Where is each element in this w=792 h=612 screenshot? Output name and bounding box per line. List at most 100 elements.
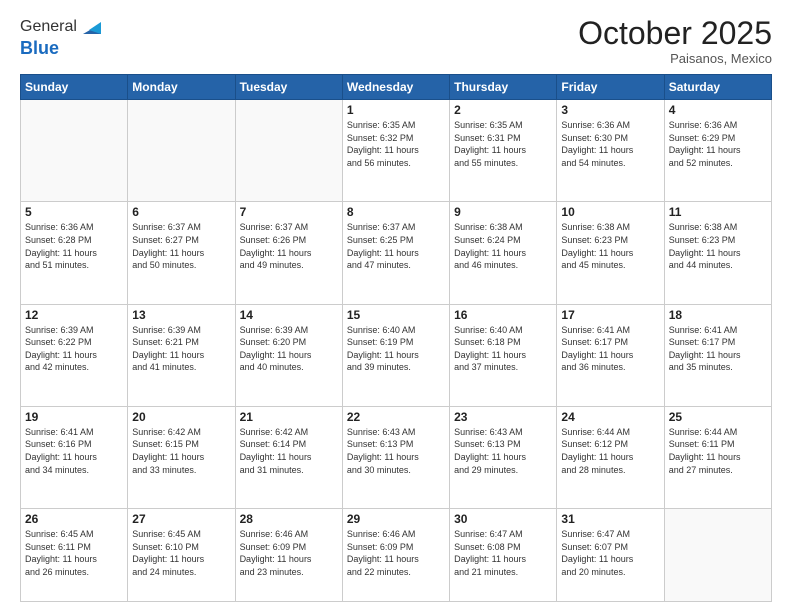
day-info: Sunrise: 6:42 AMSunset: 6:15 PMDaylight:… [132,426,230,476]
day-info: Sunrise: 6:45 AMSunset: 6:11 PMDaylight:… [25,528,123,578]
day-number: 27 [132,512,230,526]
table-row: 29 Sunrise: 6:46 AMSunset: 6:09 PMDayligh… [342,509,449,602]
col-thursday: Thursday [450,75,557,100]
day-number: 9 [454,205,552,219]
table-row: 9Sunrise: 6:38 AMSunset: 6:24 PMDaylight… [450,202,557,304]
logo-icon [79,16,101,38]
day-number: 2 [454,103,552,117]
table-row: 13Sunrise: 6:39 AMSunset: 6:21 PMDayligh… [128,304,235,406]
day-number: 21 [240,410,338,424]
table-row [664,509,771,602]
calendar-week-row: 12 Sunrise: 6:39 AMSunset: 6:22 PMDayligh… [21,304,772,406]
day-number: 13 [132,308,230,322]
table-row: 17Sunrise: 6:41 AMSunset: 6:17 PMDayligh… [557,304,664,406]
day-info: Sunrise: 6:41 AMSunset: 6:16 PMDaylight:… [25,426,123,476]
table-row: 21 Sunrise: 6:42 AMSunset: 6:14 PMDayligh… [235,406,342,508]
day-number: 17 [561,308,659,322]
day-number: 1 [347,103,445,117]
day-info: Sunrise: 6:37 AMSunset: 6:27 PMDaylight:… [132,221,230,271]
day-number: 11 [669,205,767,219]
day-number: 30 [454,512,552,526]
table-row: 19Sunrise: 6:41 AMSunset: 6:16 PMDayligh… [21,406,128,508]
calendar-header-row: Sunday Monday Tuesday Wednesday Thursday… [21,75,772,100]
day-number: 3 [561,103,659,117]
day-info: Sunrise: 6:40 AMSunset: 6:19 PMDaylight:… [347,324,445,374]
table-row [21,100,128,202]
title-block: October 2025 Paisanos, Mexico [578,16,772,66]
day-info: Sunrise: 6:46 AMSunset: 6:09 PMDaylight:… [240,528,338,578]
table-row: 3 Sunrise: 6:36 AMSunset: 6:30 PMDaylight… [557,100,664,202]
table-row: 30 Sunrise: 6:47 AMSunset: 6:08 PMDayligh… [450,509,557,602]
day-info: Sunrise: 6:36 AMSunset: 6:28 PMDaylight:… [25,221,123,271]
table-row: 18 Sunrise: 6:41 AMSunset: 6:17 PMDayligh… [664,304,771,406]
day-number: 12 [25,308,123,322]
table-row: 12 Sunrise: 6:39 AMSunset: 6:22 PMDayligh… [21,304,128,406]
day-info: Sunrise: 6:45 AMSunset: 6:10 PMDaylight:… [132,528,230,578]
day-info: Sunrise: 6:43 AMSunset: 6:13 PMDaylight:… [347,426,445,476]
table-row: 11 Sunrise: 6:38 AMSunset: 6:23 PMDayligh… [664,202,771,304]
day-info: Sunrise: 6:39 AMSunset: 6:22 PMDaylight:… [25,324,123,374]
day-info: Sunrise: 6:43 AMSunset: 6:13 PMDaylight:… [454,426,552,476]
day-number: 29 [347,512,445,526]
day-number: 18 [669,308,767,322]
table-row: 4Sunrise: 6:36 AMSunset: 6:29 PMDaylight… [664,100,771,202]
calendar-week-row: 1 Sunrise: 6:35 AMSunset: 6:32 PMDaylight… [21,100,772,202]
col-friday: Friday [557,75,664,100]
table-row: 22 Sunrise: 6:43 AMSunset: 6:13 PMDayligh… [342,406,449,508]
day-number: 28 [240,512,338,526]
day-number: 20 [132,410,230,424]
calendar-week-row: 19Sunrise: 6:41 AMSunset: 6:16 PMDayligh… [21,406,772,508]
table-row: 28 Sunrise: 6:46 AMSunset: 6:09 PMDayligh… [235,509,342,602]
day-info: Sunrise: 6:46 AMSunset: 6:09 PMDaylight:… [347,528,445,578]
logo-general-text: General [20,18,77,36]
day-info: Sunrise: 6:38 AMSunset: 6:23 PMDaylight:… [669,221,767,271]
day-number: 14 [240,308,338,322]
table-row: 26Sunrise: 6:45 AMSunset: 6:11 PMDayligh… [21,509,128,602]
table-row: 20 Sunrise: 6:42 AMSunset: 6:15 PMDayligh… [128,406,235,508]
table-row: 5 Sunrise: 6:36 AMSunset: 6:28 PMDaylight… [21,202,128,304]
calendar-week-row: 26Sunrise: 6:45 AMSunset: 6:11 PMDayligh… [21,509,772,602]
logo-blue-text: Blue [20,38,101,59]
col-tuesday: Tuesday [235,75,342,100]
calendar-table: Sunday Monday Tuesday Wednesday Thursday… [20,74,772,602]
col-wednesday: Wednesday [342,75,449,100]
table-row: 31 Sunrise: 6:47 AMSunset: 6:07 PMDayligh… [557,509,664,602]
table-row: 24Sunrise: 6:44 AMSunset: 6:12 PMDayligh… [557,406,664,508]
day-number: 16 [454,308,552,322]
day-number: 6 [132,205,230,219]
table-row [128,100,235,202]
table-row: 8 Sunrise: 6:37 AMSunset: 6:25 PMDaylight… [342,202,449,304]
col-sunday: Sunday [21,75,128,100]
table-row: 25Sunrise: 6:44 AMSunset: 6:11 PMDayligh… [664,406,771,508]
calendar-week-row: 5 Sunrise: 6:36 AMSunset: 6:28 PMDaylight… [21,202,772,304]
logo: General Blue [20,16,101,59]
col-monday: Monday [128,75,235,100]
day-info: Sunrise: 6:47 AMSunset: 6:07 PMDaylight:… [561,528,659,578]
table-row: 1 Sunrise: 6:35 AMSunset: 6:32 PMDaylight… [342,100,449,202]
table-row: 27 Sunrise: 6:45 AMSunset: 6:10 PMDayligh… [128,509,235,602]
day-info: Sunrise: 6:41 AMSunset: 6:17 PMDaylight:… [669,324,767,374]
day-info: Sunrise: 6:39 AMSunset: 6:20 PMDaylight:… [240,324,338,374]
col-saturday: Saturday [664,75,771,100]
day-info: Sunrise: 6:42 AMSunset: 6:14 PMDaylight:… [240,426,338,476]
day-number: 31 [561,512,659,526]
day-info: Sunrise: 6:36 AMSunset: 6:30 PMDaylight:… [561,119,659,169]
day-info: Sunrise: 6:37 AMSunset: 6:25 PMDaylight:… [347,221,445,271]
table-row: 7 Sunrise: 6:37 AMSunset: 6:26 PMDaylight… [235,202,342,304]
table-row: 14 Sunrise: 6:39 AMSunset: 6:20 PMDayligh… [235,304,342,406]
table-row [235,100,342,202]
table-row: 6 Sunrise: 6:37 AMSunset: 6:27 PMDaylight… [128,202,235,304]
day-info: Sunrise: 6:44 AMSunset: 6:12 PMDaylight:… [561,426,659,476]
day-number: 7 [240,205,338,219]
month-title: October 2025 [578,16,772,51]
day-number: 23 [454,410,552,424]
day-info: Sunrise: 6:35 AMSunset: 6:31 PMDaylight:… [454,119,552,169]
location-subtitle: Paisanos, Mexico [578,51,772,66]
day-number: 22 [347,410,445,424]
day-info: Sunrise: 6:47 AMSunset: 6:08 PMDaylight:… [454,528,552,578]
day-number: 10 [561,205,659,219]
day-info: Sunrise: 6:37 AMSunset: 6:26 PMDaylight:… [240,221,338,271]
day-number: 5 [25,205,123,219]
day-info: Sunrise: 6:35 AMSunset: 6:32 PMDaylight:… [347,119,445,169]
day-number: 8 [347,205,445,219]
